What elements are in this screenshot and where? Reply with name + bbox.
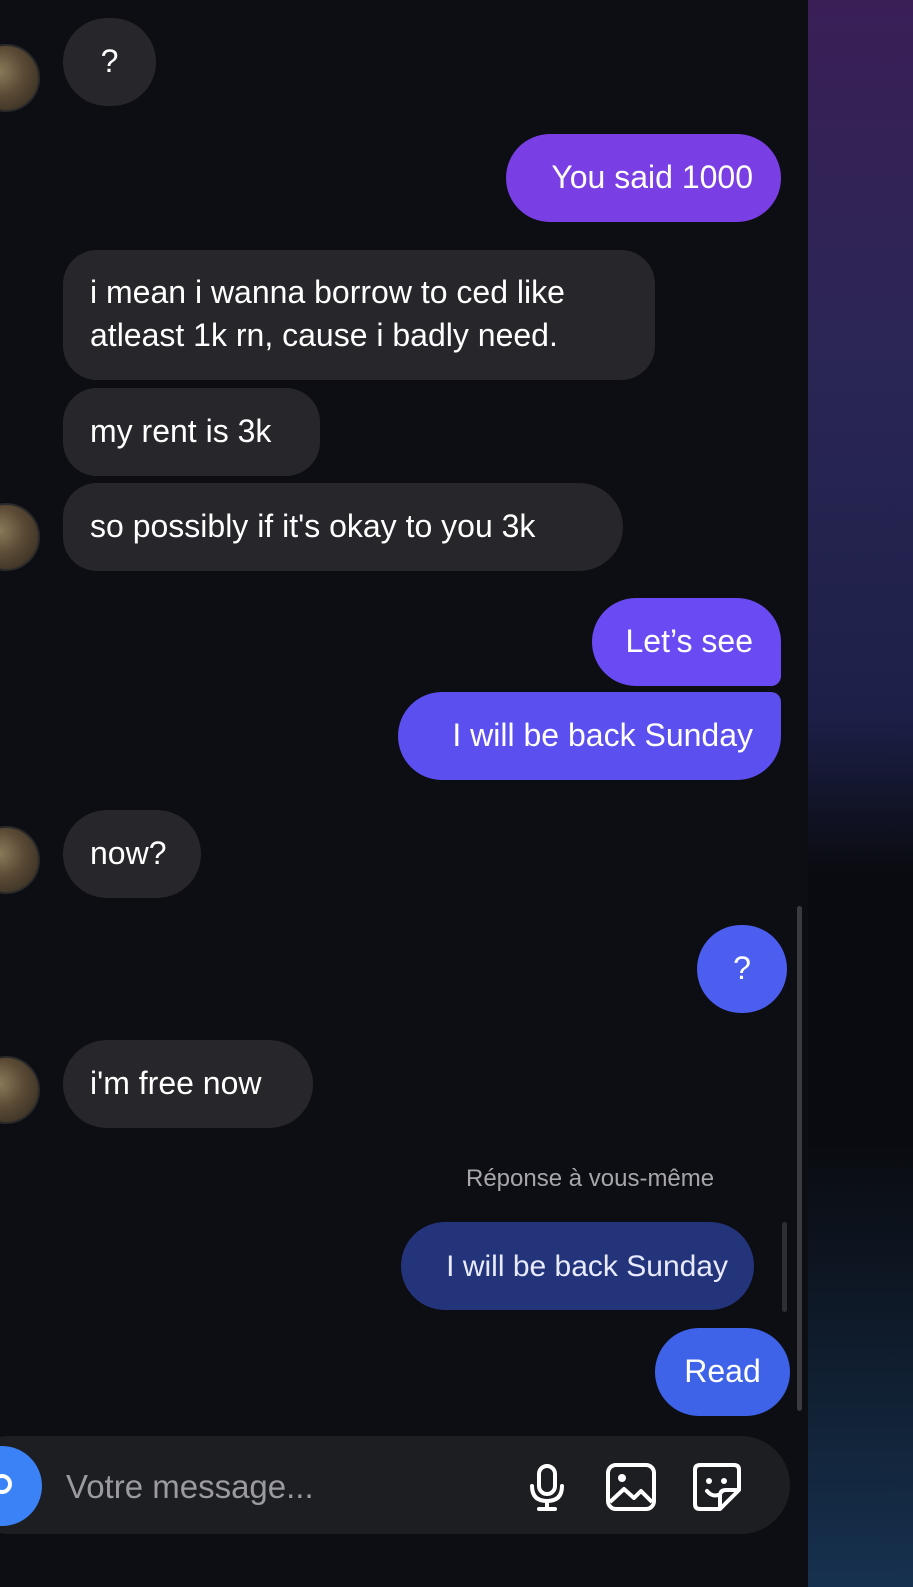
outgoing-message[interactable]: I will be back Sunday — [398, 692, 781, 780]
quoted-text: I will be back Sunday — [446, 1250, 728, 1283]
message-text: Read — [684, 1353, 761, 1389]
message-text: ? — [100, 43, 119, 79]
contact-avatar[interactable] — [0, 44, 40, 112]
scrollbar[interactable] — [797, 906, 802, 1411]
message-input[interactable] — [64, 1464, 488, 1510]
message-text: Let’s see — [625, 623, 754, 659]
outgoing-message[interactable]: ? — [697, 925, 787, 1013]
message-text: my rent is 3k — [90, 413, 272, 449]
incoming-message[interactable]: my rent is 3k — [63, 388, 320, 476]
message-text: so possibly if it's okay to you 3k — [90, 508, 536, 544]
message-text: I will be back Sunday — [452, 717, 753, 753]
incoming-message[interactable]: now? — [63, 810, 201, 898]
contact-avatar[interactable] — [0, 826, 40, 894]
quoted-message[interactable]: I will be back Sunday — [401, 1222, 754, 1310]
outgoing-message[interactable]: Let’s see — [592, 598, 781, 686]
microphone-icon[interactable] — [520, 1460, 574, 1514]
message-text: now? — [90, 835, 167, 871]
incoming-message[interactable]: ? — [63, 18, 156, 106]
incoming-message[interactable]: so possibly if it's okay to you 3k — [63, 483, 623, 571]
outgoing-message[interactable]: You said 1000 — [506, 134, 781, 222]
image-icon[interactable] — [604, 1460, 658, 1514]
incoming-message[interactable]: i'm free now — [63, 1040, 313, 1128]
message-line: i mean i wanna borrow to ced like — [90, 274, 565, 310]
camera-icon — [0, 1474, 12, 1494]
message-text: ? — [733, 950, 751, 986]
contact-avatar[interactable] — [0, 503, 40, 571]
incoming-message[interactable]: i mean i wanna borrow to ced like atleas… — [63, 250, 655, 380]
message-text: You said 1000 — [551, 159, 753, 195]
reply-thread-indicator — [782, 1222, 787, 1312]
chat-screen: ? You said 1000 i mean i wanna borrow to… — [0, 0, 913, 1587]
contact-avatar[interactable] — [0, 1056, 40, 1124]
message-line: atleast 1k rn, cause i badly need. — [90, 317, 558, 353]
outgoing-message[interactable]: Read — [655, 1328, 790, 1416]
side-panel-background — [808, 0, 913, 1587]
message-text: i'm free now — [90, 1065, 262, 1101]
reply-context-label: Réponse à vous-même — [466, 1165, 715, 1192]
sticker-icon[interactable] — [690, 1460, 744, 1514]
